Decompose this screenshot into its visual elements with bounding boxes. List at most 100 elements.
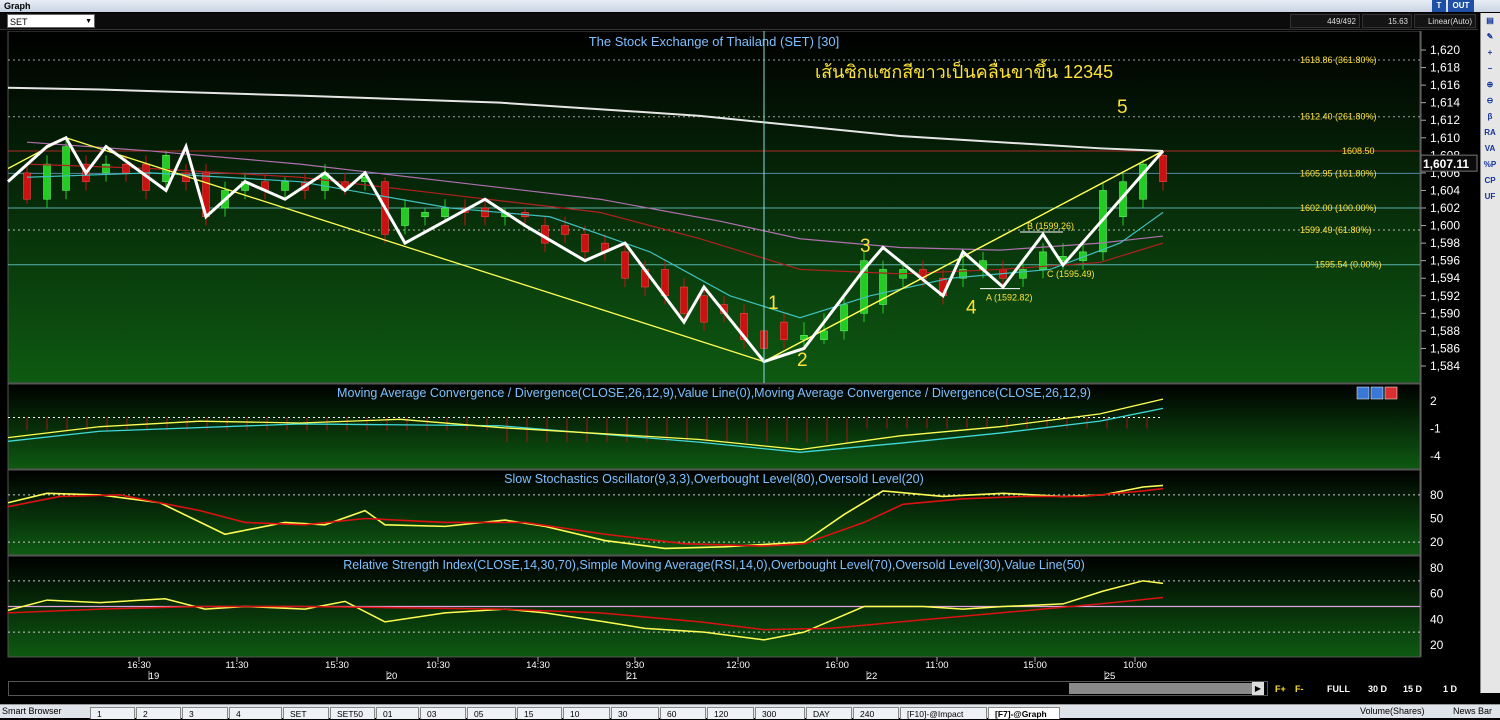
wave-label: 5 bbox=[1117, 97, 1128, 118]
date-axis-label: 19 bbox=[149, 671, 160, 681]
cp-icon[interactable]: CP bbox=[1481, 174, 1499, 188]
candle-bear bbox=[122, 163, 130, 174]
chart-title: The Stock Exchange of Thailand (SET) [30… bbox=[589, 34, 840, 49]
wave-label: 4 bbox=[966, 297, 977, 318]
chart-scrollbar[interactable] bbox=[8, 681, 1268, 696]
add-icon[interactable]: + bbox=[1481, 46, 1499, 60]
price-axis-label: 1,614 bbox=[1430, 96, 1460, 110]
15d-button[interactable]: 15 D bbox=[1403, 683, 1422, 695]
price-axis-label: 1,596 bbox=[1430, 254, 1460, 268]
right-toolbar: ▤ ✎ + − ⊕ ⊖ β RA VA %P CP UF bbox=[1480, 13, 1500, 693]
bottom-tab[interactable]: 05 bbox=[467, 707, 516, 719]
scroll-thumb[interactable] bbox=[1069, 683, 1259, 694]
bottom-tab[interactable]: 30 bbox=[611, 707, 659, 719]
fib-label: 1595.54 (0.00%) bbox=[1315, 260, 1382, 270]
abc-label-b: B (1599.26) bbox=[1027, 221, 1074, 231]
bottom-tab[interactable]: 60 bbox=[660, 707, 706, 719]
bottom-tab[interactable]: 15 bbox=[517, 707, 562, 719]
beta-icon[interactable]: β bbox=[1481, 110, 1499, 124]
out-button[interactable]: OUT bbox=[1448, 0, 1474, 12]
bottom-tab[interactable]: 01 bbox=[376, 707, 419, 719]
rsi-title: Relative Strength Index(CLOSE,14,30,70),… bbox=[343, 558, 1085, 572]
bottom-tab[interactable]: 120 bbox=[707, 707, 754, 719]
va-icon[interactable]: VA bbox=[1481, 142, 1499, 156]
bottom-tab[interactable]: 240 bbox=[853, 707, 899, 719]
wave-label: 1 bbox=[768, 293, 779, 314]
chevron-down-icon: ▼ bbox=[85, 18, 92, 25]
ra-icon[interactable]: RA bbox=[1481, 126, 1499, 140]
bottom-tab[interactable]: 1 bbox=[90, 707, 135, 719]
bottom-tab[interactable]: SET50 bbox=[330, 707, 375, 719]
percent-icon[interactable]: %P bbox=[1481, 158, 1499, 172]
full-button[interactable]: FULL bbox=[1327, 683, 1350, 695]
stock-chart[interactable]: 1,6201,6181,6161,6141,6121,6101,6081,606… bbox=[0, 31, 1478, 681]
bottom-tab[interactable]: 10 bbox=[563, 707, 610, 719]
last-price-label: 1,607.11 bbox=[1423, 157, 1469, 171]
time-axis-label: 15:00 bbox=[1023, 660, 1047, 671]
fib-label: 1608.50 bbox=[1342, 146, 1375, 156]
graph-icon[interactable]: ▤ bbox=[1481, 14, 1499, 28]
stoch-axis-label: 50 bbox=[1430, 512, 1444, 526]
fib-label: 1618.86 (361.80%) bbox=[1300, 55, 1377, 65]
volume-label[interactable]: Volume(Shares) bbox=[1360, 706, 1425, 716]
bottom-tab[interactable]: DAY bbox=[806, 707, 852, 719]
date-axis-label: 21 bbox=[627, 671, 638, 681]
bottom-tab[interactable]: 4 bbox=[229, 707, 282, 719]
rsi-axis-label: 40 bbox=[1430, 612, 1444, 626]
time-axis-label: 10:00 bbox=[1123, 660, 1147, 671]
time-axis-label: 14:30 bbox=[526, 660, 550, 671]
time-axis-label: 11:30 bbox=[225, 660, 248, 671]
smart-browser-label[interactable]: Smart Browser bbox=[2, 706, 62, 716]
pencil-icon[interactable]: ✎ bbox=[1481, 30, 1499, 44]
bottom-tab[interactable]: 2 bbox=[136, 707, 181, 719]
bottom-tab[interactable]: [F7]-@Graph bbox=[988, 707, 1060, 719]
fib-label: 1612.40 (261.80%) bbox=[1300, 112, 1377, 122]
price-axis-label: 1,610 bbox=[1430, 131, 1460, 145]
toolbar-value: 15.63 bbox=[1362, 14, 1412, 28]
rsi-axis-label: 60 bbox=[1430, 587, 1444, 601]
zoom-out-icon[interactable]: ⊖ bbox=[1481, 94, 1499, 108]
date-axis-label: 22 bbox=[867, 671, 878, 681]
down-arrow-icon bbox=[1370, 386, 1384, 400]
date-axis-label: 20 bbox=[387, 671, 398, 681]
time-axis-label: 16:00 bbox=[825, 660, 849, 671]
symbol-select[interactable]: SET ▼ bbox=[7, 14, 95, 28]
macd-axis-label: -1 bbox=[1430, 422, 1441, 436]
bottom-tab[interactable]: [F10]-@Impact bbox=[900, 707, 987, 719]
price-axis-label: 1,598 bbox=[1430, 236, 1460, 250]
t-button[interactable]: T bbox=[1432, 0, 1446, 12]
candle-bull bbox=[441, 207, 449, 218]
candle-bull bbox=[281, 181, 289, 191]
fib-label: 1602.00 (100.00%) bbox=[1300, 203, 1377, 213]
1d-button[interactable]: 1 D bbox=[1443, 683, 1457, 695]
candle-bear bbox=[780, 321, 788, 340]
chart-toolbar: SET ▼ 449/492 15.63 Linear(Auto) bbox=[0, 13, 1478, 30]
fib-label: 1605.95 (161.80%) bbox=[1300, 168, 1377, 178]
bottom-tab[interactable]: 3 bbox=[182, 707, 228, 719]
stoch-axis-label: 20 bbox=[1430, 535, 1444, 549]
candle-bear bbox=[680, 286, 688, 314]
up-arrow-icon bbox=[1356, 386, 1370, 400]
wave-label: 2 bbox=[797, 350, 808, 371]
30d-button[interactable]: 30 D bbox=[1368, 683, 1387, 695]
price-axis-label: 1,612 bbox=[1430, 113, 1460, 127]
close-icon bbox=[1384, 386, 1398, 400]
bottom-tab[interactable]: 03 bbox=[420, 707, 466, 719]
candle-bear bbox=[581, 234, 589, 253]
candle-bear bbox=[561, 225, 569, 235]
fib-label: 1599.49 (61.80%) bbox=[1300, 225, 1372, 235]
time-axis-bg bbox=[8, 658, 1420, 680]
remove-icon[interactable]: − bbox=[1481, 62, 1499, 76]
news-bar-label[interactable]: News Bar bbox=[1453, 706, 1492, 716]
bottom-tab[interactable]: 300 bbox=[755, 707, 805, 719]
bottom-tab[interactable]: SET bbox=[283, 707, 329, 719]
scroll-right-arrow[interactable]: ▶ bbox=[1252, 682, 1264, 695]
f-minus-button[interactable]: F- bbox=[1295, 683, 1304, 695]
f-plus-button[interactable]: F+ bbox=[1275, 683, 1286, 695]
zoom-in-icon[interactable]: ⊕ bbox=[1481, 78, 1499, 92]
abc-label-a: A (1592.82) bbox=[986, 293, 1033, 303]
uf-icon[interactable]: UF bbox=[1481, 190, 1499, 204]
scale-mode[interactable]: Linear(Auto) bbox=[1414, 14, 1476, 28]
time-axis-label: 9:30 bbox=[626, 660, 645, 671]
rsi-axis-label: 20 bbox=[1430, 638, 1444, 652]
